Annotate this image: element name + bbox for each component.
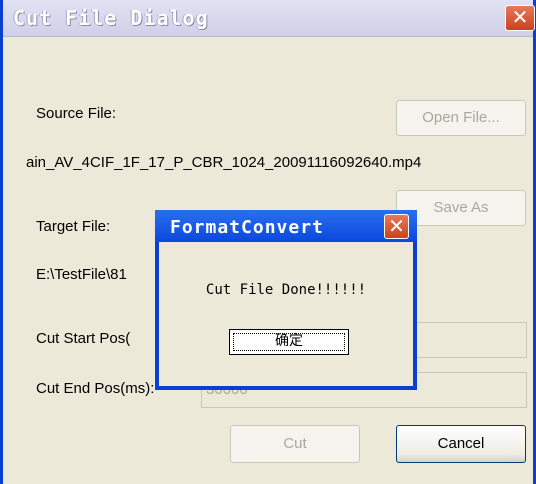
ok-button[interactable]: 确定 xyxy=(229,329,349,355)
close-icon[interactable]: ✕ xyxy=(505,5,535,31)
message-box-titlebar[interactable]: FormatConvert ✕ xyxy=(155,210,417,242)
cut-button[interactable]: Cut xyxy=(230,425,360,463)
target-file-label: Target File: xyxy=(36,218,111,235)
close-icon[interactable]: ✕ xyxy=(384,214,409,239)
cut-start-pos-field[interactable] xyxy=(403,322,527,358)
message-box-title: FormatConvert xyxy=(170,217,324,238)
dialog-title: Cut File Dialog xyxy=(13,6,209,30)
target-file-path: E:\TestFile\81 xyxy=(36,266,127,283)
cancel-button[interactable]: Cancel xyxy=(396,425,526,463)
cut-end-pos-label: Cut End Pos(ms): xyxy=(36,380,155,397)
message-box: FormatConvert ✕ Cut File Done!!!!!! 确定 xyxy=(155,210,417,390)
message-box-body: Cut File Done!!!!!! 确定 xyxy=(159,242,413,386)
open-file-button[interactable]: Open File... xyxy=(396,100,526,136)
source-file-path: ain_AV_4CIF_1F_17_P_CBR_1024_20091116092… xyxy=(26,154,422,171)
message-text: Cut File Done!!!!!! xyxy=(205,282,367,298)
dialog-titlebar[interactable]: Cut File Dialog ✕ xyxy=(3,0,535,37)
focus-rectangle xyxy=(233,333,345,351)
cut-start-pos-label: Cut Start Pos( xyxy=(36,330,131,347)
source-file-label: Source File: xyxy=(36,105,117,122)
